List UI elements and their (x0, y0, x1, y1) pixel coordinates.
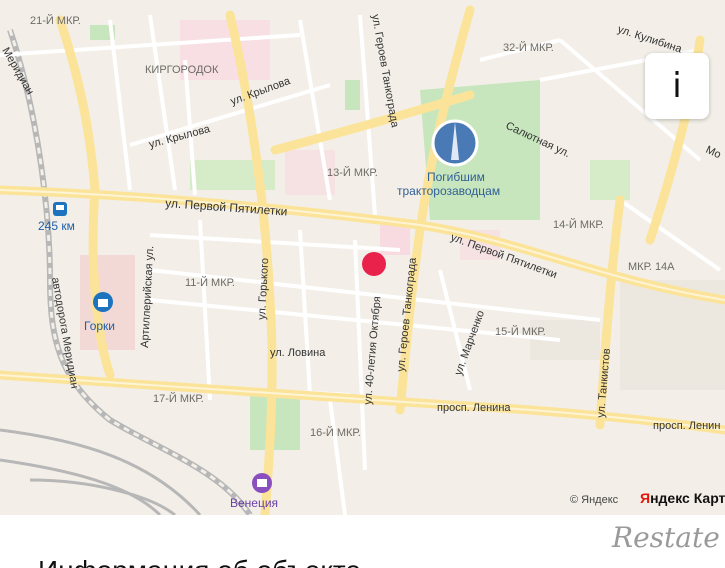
label-poi-monument-2: тракторозаводцам (397, 184, 500, 198)
label-venetsiya: Венеция (230, 496, 278, 510)
object-info-heading: Информация об объекте (38, 555, 361, 568)
label-gorki: Горки (84, 319, 115, 333)
watermark: Restate (612, 521, 720, 554)
label-lovina: ул. Ловина (270, 347, 326, 359)
label-mkr17: 17-Й МКР. (153, 392, 204, 405)
copyright-link[interactable]: © Яндекс (570, 494, 618, 506)
logo-first-letter: Я (640, 490, 651, 506)
label-lenina-2: просп. Ленин (653, 420, 720, 432)
label-mkr14: 14-Й МКР. (553, 218, 604, 231)
label-mkr11: 11-Й МКР. (185, 276, 235, 289)
label-mkr15: 15-Й МКР. (495, 325, 546, 338)
map-canvas[interactable]: 21-Й МКР. 32-Й МКР. ул. Кулибина КИРГОРО… (0, 0, 725, 515)
label-mkr14a: МКР. 14А (628, 261, 675, 273)
footer: Информация об объекте Restate (0, 515, 725, 568)
logo-rest: ндекс Карт (650, 490, 725, 506)
label-mkr16: 16-Й МКР. (310, 426, 361, 439)
map-view[interactable]: 21-Й МКР. 32-Й МКР. ул. Кулибина КИРГОРО… (0, 0, 725, 515)
location-marker[interactable] (362, 252, 386, 276)
label-mkr13: 13-Й МКР. (327, 166, 378, 179)
label-lenina-1: просп. Ленина (437, 402, 511, 414)
label-poi-monument-1: Погибшим (427, 170, 485, 184)
label-kirgorodok: КИРГОРОДОК (145, 64, 219, 76)
info-button[interactable]: i (645, 53, 709, 119)
label-245km: 245 км (38, 219, 75, 233)
yandex-maps-logo[interactable]: Яндекс Карт (640, 490, 725, 506)
label-mkr21: 21-Й МКР. (30, 14, 81, 27)
label-mkr32: 32-Й МКР. (503, 41, 554, 54)
